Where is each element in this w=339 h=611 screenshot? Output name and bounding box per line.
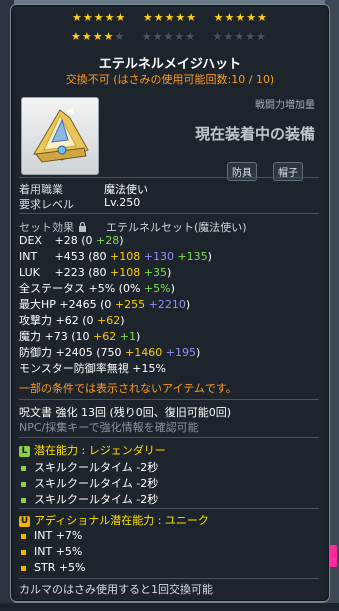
star-group-1: ★★★★★ [72,11,127,24]
npc-hint: NPC/採集キーで強化情報を確認可能 [19,421,199,434]
legendary-icon: L [19,445,30,457]
requirement-job: 着用職業 魔法使い [19,181,148,197]
potential-line: スキルクールタイム -2秒 [21,491,158,507]
additional-potential-line: STR +5% [21,561,86,574]
potential-line: スキルクールタイム -2秒 [21,475,158,491]
stat-attack: 攻撃力 +62 (0 +62) [19,314,125,327]
star-group-6: ★★★★★ [212,30,267,43]
divider [19,508,319,509]
additional-potential-line: INT +5% [21,545,82,558]
divider [19,578,319,579]
divider [19,213,319,214]
potential-header: L 潜在能力 : レジェンダリー [19,442,166,458]
bullet-icon [21,549,26,555]
potential-line: スキルクールタイム -2秒 [21,459,158,475]
stat-dex: DEX +28 (0 +28) [19,234,124,247]
lock-icon [78,221,86,232]
divider [19,437,319,438]
tag-hat: 帽子 [273,162,303,181]
starforce-row-1: ★★★★★ ★★★★★ ★★★★★ [11,12,329,24]
trade-note: 交換不可 (はさみの使用可能回数:10 / 10) [65,73,275,86]
background-pink-button [329,545,337,567]
set-effect-label[interactable]: セット効果 [19,219,87,235]
attack-power-change-label: 戦闘力増加量 [255,100,315,111]
set-effect-label-text: セット効果 [19,221,74,234]
star-group-4-on: ★★★★ [71,30,115,43]
additional-potential-line: INT +7% [21,529,82,542]
background-bottom-bar [0,603,339,611]
tag-armor: 防具 [227,162,257,181]
star-group-2: ★★★★★ [142,11,198,24]
stat-max-hp: 最大HP +2465 (0 +255 +2210) [19,298,191,311]
item-name: エテルネルメイジハット [98,57,242,72]
additional-potential-header: U アディショナル潜在能力 : ユニーク [19,514,209,527]
stat-defense: 防御力 +2405 (750 +1460 +195) [19,346,201,359]
bullet-icon [21,481,26,487]
divider [19,177,319,178]
bullet-icon [21,565,26,571]
bullet-icon [21,465,26,471]
stat-all-stats: 全ステータス +5% (0% +5%) [19,282,175,295]
requirement-level-label: 要求レベル [19,198,74,211]
requirement-level-value: Lv.250 [104,196,141,209]
star-group-5: ★★★★★ [141,30,197,43]
item-tooltip: ★★★★★ ★★★★★ ★★★★★ ★★★★★ ★★★★★ ★★★★★ エテルネ… [10,4,330,602]
display-warning: 一部の条件では表示されないアイテムです。 [19,382,237,395]
set-name: エテルネルセット(魔法使い) [106,221,247,234]
equipped-label: 現在装着中の装備 [194,125,315,143]
requirement-job-value: 魔法使い [104,183,148,196]
unique-icon: U [19,515,30,527]
requirement-level: 要求レベル Lv.250 [19,196,140,212]
divider [19,399,319,400]
karma-scissors-note: カルマのはさみ使用すると1回交換可能 [19,583,213,596]
bullet-icon [21,497,26,503]
starforce-row-2: ★★★★★ ★★★★★ ★★★★★ [71,31,311,43]
star-group-3: ★★★★★ [213,11,268,24]
scroll-enhance-info: 呪文書 強化 13回 (残り0回、復旧可能0回) [19,406,232,419]
requirement-job-label: 着用職業 [19,183,63,196]
eternel-mage-hat-icon [33,108,89,163]
bullet-icon [21,533,26,539]
stat-ignore-defense: モンスター防御率無視 +15% [19,362,166,375]
star-group-4-off: ★ [114,30,126,43]
stat-luk: LUK +223 (80 +108 +35) [19,266,172,279]
stat-int: INT +453 (80 +108 +130 +135) [19,250,212,263]
item-icon-frame [21,97,99,175]
stat-magic: 魔力 +73 (10 +62 +1) [19,330,141,343]
